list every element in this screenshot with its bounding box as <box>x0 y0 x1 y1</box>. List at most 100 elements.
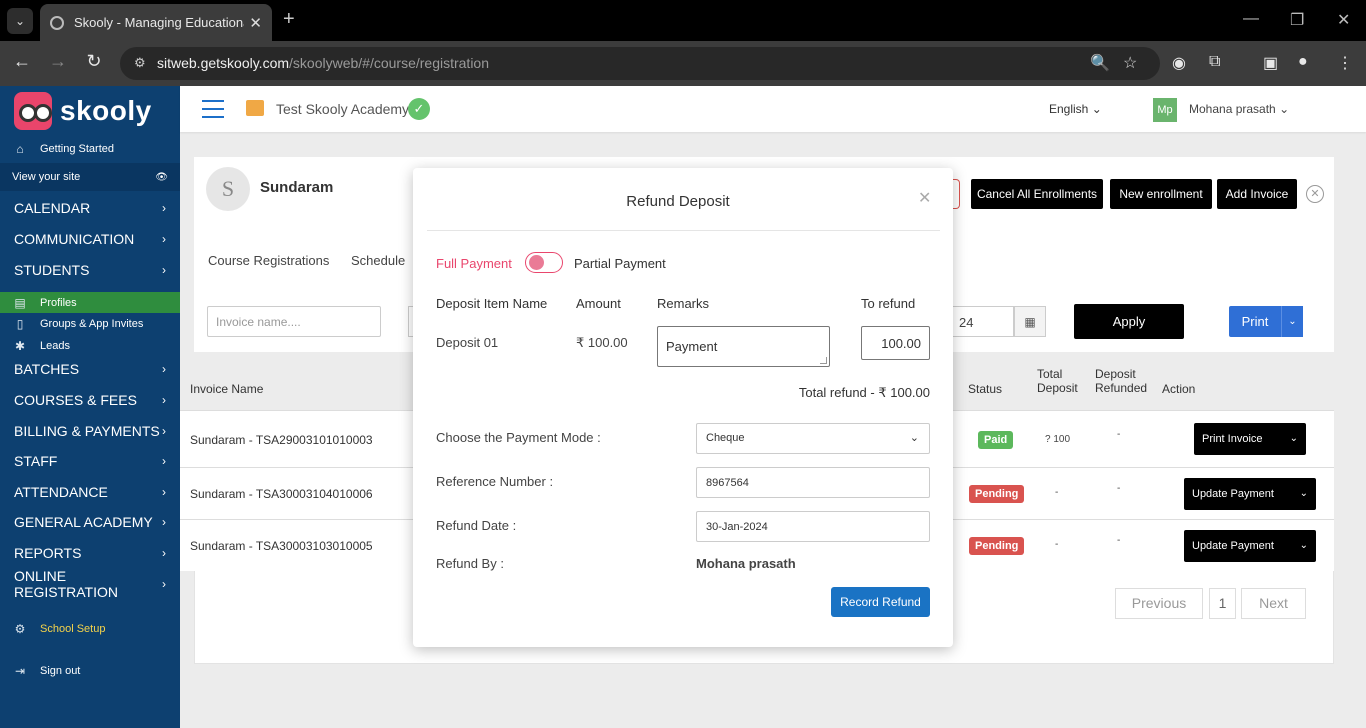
close-tab-icon[interactable]: ✕ <box>249 14 262 32</box>
verified-check-icon: ✓ <box>408 98 430 120</box>
sidebar-item-label: ATTENDANCE <box>14 483 108 500</box>
reload-icon[interactable]: ↻ <box>82 51 106 72</box>
sidebar-item-label: School Setup <box>40 623 106 635</box>
tab-schedule[interactable]: Schedule <box>351 253 405 268</box>
invoice-name-input[interactable]: Invoice name.... <box>207 306 381 337</box>
add-invoice-button[interactable]: Add Invoice <box>1217 179 1297 209</box>
minimize-icon[interactable]: — <box>1243 10 1259 28</box>
sidebar-item-label: Leads <box>40 340 70 352</box>
reference-number-label: Reference Number : <box>436 474 554 489</box>
reference-number-input[interactable]: 8967564 <box>696 467 930 498</box>
skooly-logo[interactable]: skooly <box>14 92 152 130</box>
sidebar-item-label: ONLINE REGISTRATION <box>14 567 118 600</box>
next-page-button[interactable]: Next <box>1241 588 1306 619</box>
puzzle-icon[interactable]: ⧉ <box>1209 53 1220 71</box>
column-deposit-item-name: Deposit Item Name <box>436 296 548 311</box>
browser-toolbar: ← → ↻ ⚙ sitweb.getskooly.com/skoolyweb/#… <box>0 41 1366 86</box>
user-menu[interactable]: Mohana prasath ⌄ <box>1189 102 1289 116</box>
deposit-item-name: Deposit 01 <box>436 335 499 350</box>
close-window-icon[interactable]: ✕ <box>1337 10 1350 30</box>
calendar-icon[interactable]: ▦ <box>1014 306 1046 337</box>
chevron-right-icon: › <box>162 545 166 560</box>
deposit-refunded: - <box>1117 535 1121 546</box>
bookmark-star-icon[interactable]: ☆ <box>1123 53 1137 73</box>
sidebar-item-attendance[interactable]: ATTENDANCE › <box>0 476 180 507</box>
update-payment-button[interactable]: Update Payment ⌄ <box>1184 478 1316 510</box>
school-name: Test Skooly Academy <box>276 101 410 117</box>
remarks-textarea[interactable]: Payment <box>657 326 830 367</box>
chevron-right-icon: › <box>162 453 166 468</box>
back-icon[interactable]: ← <box>10 51 34 72</box>
sidebar-item-staff[interactable]: STAFF › <box>0 445 180 476</box>
print-invoice-button[interactable]: Print Invoice ⌄ <box>1194 423 1306 455</box>
sidebar-item-view-site[interactable]: View your site 👁 <box>0 163 180 191</box>
sidebar-item-profiles[interactable]: ▤ Profiles <box>0 292 180 313</box>
address-bar[interactable]: ⚙ sitweb.getskooly.com/skoolyweb/#/cours… <box>120 47 1160 80</box>
tab-title: Skooly - Managing Educational <box>74 15 244 30</box>
zoom-icon[interactable]: 🔍 <box>1090 53 1110 73</box>
forward-icon[interactable]: → <box>46 51 70 72</box>
chevron-down-icon[interactable]: ⌄ <box>1281 306 1303 337</box>
partial-payment-label[interactable]: Partial Payment <box>574 256 666 271</box>
total-deposit: - <box>1055 539 1059 550</box>
update-payment-button[interactable]: Update Payment ⌄ <box>1184 530 1316 562</box>
profiles-icon: ▤ <box>14 295 26 310</box>
user-avatar[interactable]: Mp <box>1153 98 1177 122</box>
close-icon[interactable]: ✕ <box>1306 185 1324 203</box>
sidebar-item-reports[interactable]: REPORTS › <box>0 537 180 568</box>
record-refund-button[interactable]: Record Refund <box>831 587 930 617</box>
chevron-right-icon: › <box>162 200 166 215</box>
gear-icon: ⚙ <box>14 622 26 636</box>
eye-icon: 👁 <box>155 171 168 183</box>
sidebar-item-label: Sign out <box>40 665 81 677</box>
sidebar-item-calendar[interactable]: CALENDAR › <box>0 192 180 223</box>
sidebar-item-batches[interactable]: BATCHES › <box>0 353 180 384</box>
column-remarks: Remarks <box>657 296 710 311</box>
payment-type-toggle[interactable] <box>525 252 563 273</box>
sidebar-item-general-academy[interactable]: GENERAL ACADEMY › <box>0 506 180 537</box>
sidebar-item-label: COURSES & FEES <box>14 391 137 408</box>
globe-icon <box>50 15 64 30</box>
page-number-button[interactable]: 1 <box>1209 588 1236 619</box>
refund-date-input[interactable]: 30-Jan-2024 <box>696 511 930 542</box>
apply-button[interactable]: Apply <box>1074 304 1184 339</box>
site-info-icon[interactable]: ⚙ <box>134 55 146 71</box>
sidebar-item-communication[interactable]: COMMUNICATION › <box>0 223 180 254</box>
extension-icon[interactable]: ◉ <box>1172 53 1186 73</box>
print-button[interactable]: Print <box>1229 306 1281 337</box>
date-input[interactable]: 24 <box>952 306 1014 337</box>
sidebar-item-billing[interactable]: BILLING & PAYMENTS › <box>0 415 180 446</box>
school-icon <box>246 100 264 116</box>
close-icon[interactable]: ✕ <box>918 188 931 208</box>
sidebar-item-sign-out[interactable]: ⇥ Sign out <box>0 660 180 682</box>
profile-icon[interactable]: ● <box>1298 53 1308 71</box>
sidebar-item-courses-fees[interactable]: COURSES & FEES › <box>0 384 180 415</box>
chevron-right-icon: › <box>162 423 166 438</box>
column-deposit-refunded: Deposit Refunded <box>1095 367 1148 395</box>
new-tab-icon[interactable]: + <box>283 8 295 31</box>
menu-icon[interactable]: ⋮ <box>1337 53 1353 73</box>
hamburger-menu-icon[interactable] <box>202 100 224 118</box>
to-refund-input[interactable]: 100.00 <box>861 326 930 360</box>
sidebar-item-online-registration[interactable]: ONLINE REGISTRATION › <box>0 567 180 600</box>
language-selector[interactable]: English ⌄ <box>1049 102 1102 116</box>
cancel-all-enrollments-button[interactable]: Cancel All Enrollments <box>971 179 1103 209</box>
previous-page-button[interactable]: Previous <box>1115 588 1203 619</box>
refund-by-value: Mohana prasath <box>696 556 796 571</box>
restore-icon[interactable]: ❐ <box>1290 10 1304 30</box>
sidebar-item-groups[interactable]: ▯ Groups & App Invites <box>0 313 180 335</box>
sidebar-item-school-setup[interactable]: ⚙ School Setup <box>0 618 180 640</box>
new-enrollment-button[interactable]: New enrollment <box>1110 179 1212 209</box>
browser-tab[interactable]: Skooly - Managing Educational ✕ <box>40 4 272 41</box>
full-payment-label[interactable]: Full Payment <box>436 256 512 271</box>
payment-mode-select[interactable]: Cheque ⌄ <box>696 423 930 454</box>
sidebar-item-getting-started[interactable]: ⌂ Getting Started <box>0 138 180 160</box>
tab-list-button[interactable]: ⌄ <box>7 8 33 34</box>
column-status: Status <box>968 382 1003 396</box>
tab-course-registrations[interactable]: Course Registrations <box>208 253 329 268</box>
sidepanel-icon[interactable]: ▣ <box>1263 53 1278 73</box>
sidebar-item-students[interactable]: STUDENTS › <box>0 254 180 285</box>
chevron-right-icon: › <box>162 262 166 277</box>
column-action: Action <box>1162 382 1196 396</box>
sidebar-item-label: BILLING & PAYMENTS <box>14 422 160 439</box>
